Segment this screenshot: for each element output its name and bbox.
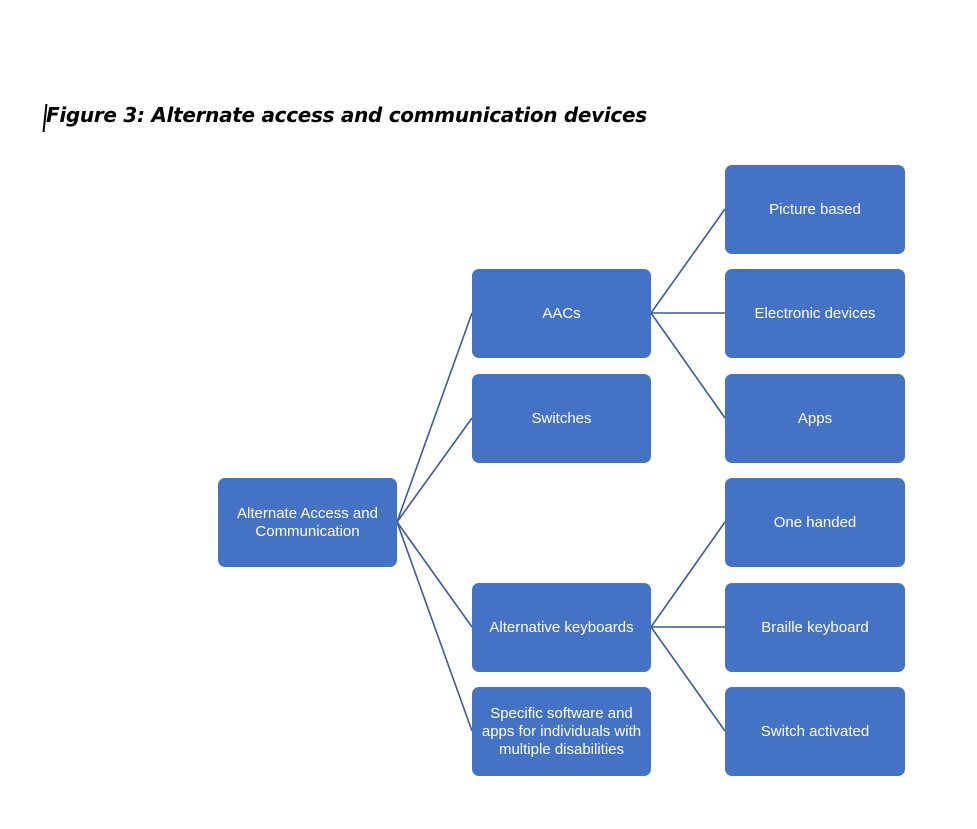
node-switches: Switches — [472, 374, 651, 463]
node-label: Switch activated — [760, 722, 870, 740]
node-aacs: AACs — [472, 269, 651, 358]
node-specific-software: Specific software and apps for individua… — [472, 687, 651, 776]
node-one-handed: One handed — [725, 478, 905, 567]
connector-root-aacs — [396, 312, 473, 523]
connector-root-specific-software — [396, 521, 473, 732]
connector-aacs-apps — [650, 312, 726, 419]
node-root-alternate-access: Alternate Access and Communication — [218, 478, 397, 567]
node-label: Apps — [797, 409, 833, 427]
node-label: Braille keyboard — [761, 618, 869, 636]
node-label: One handed — [773, 513, 857, 531]
node-braille-keyboard: Braille keyboard — [725, 583, 905, 672]
node-label: Switches — [531, 409, 592, 427]
node-apps: Apps — [725, 374, 905, 463]
node-switch-activated: Switch activated — [725, 687, 905, 776]
connector-root-alt-keyboards — [396, 521, 473, 628]
connector-keyboards-one-handed — [650, 521, 726, 628]
node-picture-based: Picture based — [725, 165, 905, 254]
node-label: Specific software and apps for individua… — [481, 704, 642, 758]
node-label: Picture based — [769, 200, 861, 218]
node-alternative-keyboards: Alternative keyboards — [472, 583, 651, 672]
node-label: Alternative keyboards — [489, 618, 634, 636]
connector-root-switches — [396, 417, 473, 523]
node-electronic-devices: Electronic devices — [725, 269, 905, 358]
node-label: AACs — [542, 304, 581, 322]
node-label: Alternate Access and Communication — [237, 504, 378, 540]
node-label: Electronic devices — [754, 304, 876, 322]
connector-aacs-picture-based — [650, 208, 726, 314]
connector-keyboards-switch-activated — [650, 626, 726, 732]
